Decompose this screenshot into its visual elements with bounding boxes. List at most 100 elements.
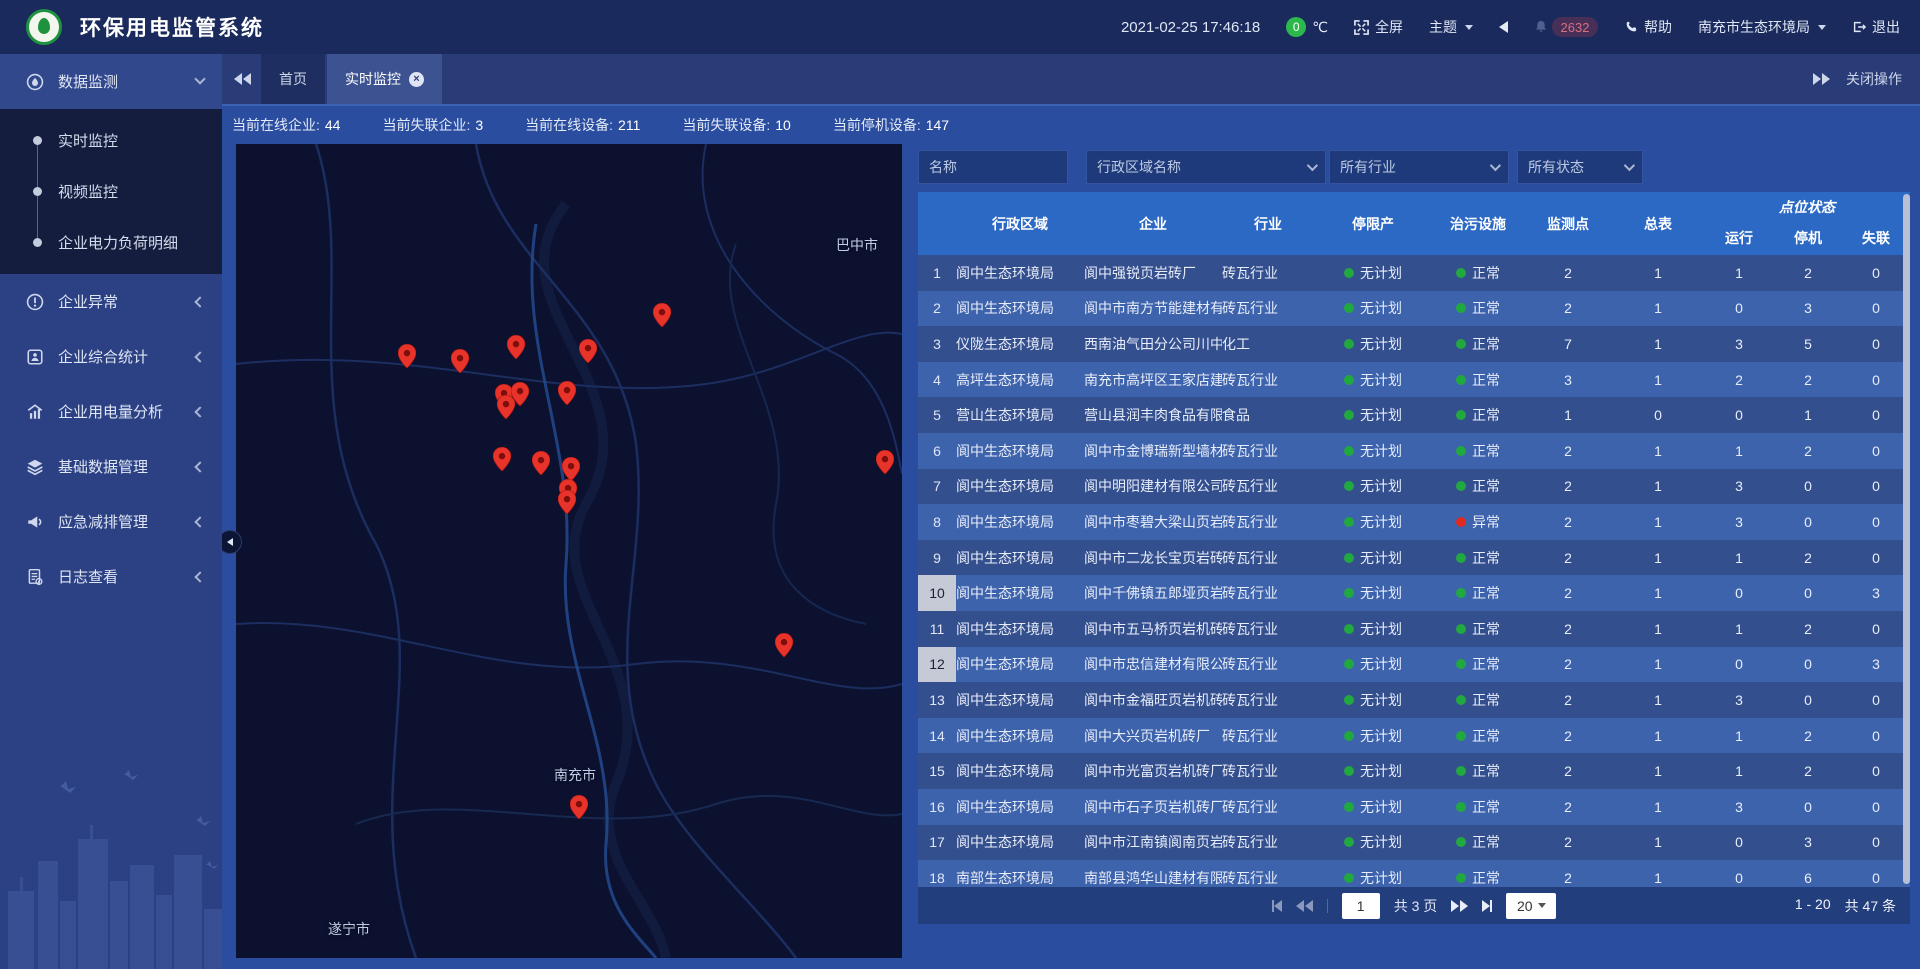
sidebar-item-企业异常[interactable]: 企业异常 xyxy=(0,274,222,329)
header-running: 运行 xyxy=(1704,221,1774,255)
theme-dropdown[interactable]: 主题 xyxy=(1429,17,1473,37)
cell-monitor-points: 2 xyxy=(1524,300,1612,316)
tabs-scroll-left-button[interactable] xyxy=(234,73,251,85)
cell-monitor-points: 2 xyxy=(1524,514,1612,530)
sidebar-item-企业综合统计[interactable]: 企业综合统计 xyxy=(0,329,222,384)
page-size-select[interactable]: 20 xyxy=(1506,893,1556,919)
table-row[interactable]: 15阆中生态环境局阆中市光富页岩机砖厂砖瓦行业无计划正常21120 xyxy=(918,753,1910,789)
map-pin-icon[interactable] xyxy=(579,339,597,363)
cell-stopped: 2 xyxy=(1774,550,1842,566)
org-dropdown[interactable]: 南充市生态环境局 xyxy=(1698,17,1826,37)
table-row[interactable]: 2阆中生态环境局阆中市南方节能建材有砖瓦行业无计划正常21030 xyxy=(918,291,1910,327)
cell-region: 阆中生态环境局 xyxy=(956,761,1084,781)
cell-industry: 砖瓦行业 xyxy=(1222,548,1314,568)
map-pin-icon[interactable] xyxy=(653,303,671,327)
cell-pollution-facility: 正常 xyxy=(1432,405,1524,425)
cell-index: 15 xyxy=(918,753,956,789)
tab-实时监控[interactable]: 实时监控× xyxy=(327,54,442,104)
cell-pollution-facility: 正常 xyxy=(1432,619,1524,639)
prev-page-button[interactable] xyxy=(1296,900,1313,912)
cell-stop-limit: 无计划 xyxy=(1314,761,1432,781)
name-filter-input[interactable] xyxy=(929,159,1057,175)
table-row[interactable]: 6阆中生态环境局阆中市金博瑞新型墙材砖瓦行业无计划正常21120 xyxy=(918,433,1910,469)
cell-stop-limit: 无计划 xyxy=(1314,797,1432,817)
table-row[interactable]: 8阆中生态环境局阆中市枣碧大梁山页岩砖瓦行业无计划异常21300 xyxy=(918,504,1910,540)
cell-monitor-points: 7 xyxy=(1524,336,1612,352)
status-dot-icon xyxy=(1344,766,1354,776)
status-dot-icon xyxy=(1456,410,1466,420)
map-pin-icon[interactable] xyxy=(876,450,894,474)
map-pin-icon[interactable] xyxy=(558,490,576,514)
sidebar-item-日志查看[interactable]: 日志查看 xyxy=(0,549,222,604)
cell-total-meter: 1 xyxy=(1612,621,1704,637)
first-page-button[interactable] xyxy=(1272,900,1282,912)
cell-company: 阆中强锐页岩砖厂 xyxy=(1084,263,1222,283)
status-dot-icon xyxy=(1344,802,1354,812)
cell-monitor-points: 2 xyxy=(1524,799,1612,815)
sidebar-subitem-企业电力负荷明细[interactable]: 企业电力负荷明细 xyxy=(0,217,222,268)
table-row[interactable]: 3仪陇生态环境局西南油气田分公司川中化工无计划正常71350 xyxy=(918,326,1910,362)
table-row[interactable]: 7阆中生态环境局阆中明阳建材有限公司砖瓦行业无计划正常21300 xyxy=(918,469,1910,505)
table-row[interactable]: 17阆中生态环境局阆中市江南镇阆南页岩砖瓦行业无计划正常21030 xyxy=(918,825,1910,861)
map-pin-icon[interactable] xyxy=(451,349,469,373)
close-icon[interactable]: × xyxy=(409,72,424,87)
cell-index: 11 xyxy=(918,611,956,647)
cell-lost: 0 xyxy=(1842,336,1910,352)
logout-button[interactable]: 退出 xyxy=(1852,17,1900,37)
table-row[interactable]: 9阆中生态环境局阆中市二龙长宝页岩砖砖瓦行业无计划正常21120 xyxy=(918,540,1910,576)
cell-pollution-facility: 正常 xyxy=(1432,441,1524,461)
help-button[interactable]: 帮助 xyxy=(1624,17,1672,37)
table-row[interactable]: 4高坪生态环境局南充市高坪区王家店建砖瓦行业无计划正常31220 xyxy=(918,362,1910,398)
region-filter-select[interactable]: 行政区域名称 xyxy=(1086,150,1326,184)
table-row[interactable]: 10阆中生态环境局阆中千佛镇五郎垭页岩砖瓦行业无计划正常21003 xyxy=(918,575,1910,611)
table-row[interactable]: 14阆中生态环境局阆中大兴页岩机砖厂砖瓦行业无计划正常21120 xyxy=(918,718,1910,754)
table-row[interactable]: 12阆中生态环境局阆中市忠信建材有限公砖瓦行业无计划正常21003 xyxy=(918,647,1910,683)
next-page-button[interactable] xyxy=(1451,900,1468,912)
header-lost: 失联 xyxy=(1842,221,1910,255)
page-number-input[interactable] xyxy=(1342,893,1380,919)
cell-company: 阆中市江南镇阆南页岩 xyxy=(1084,832,1222,852)
sidebar-item-应急减排管理[interactable]: 应急减排管理 xyxy=(0,494,222,549)
map-pin-icon[interactable] xyxy=(570,795,588,819)
map-pin-icon[interactable] xyxy=(558,381,576,405)
table-row[interactable]: 11阆中生态环境局阆中市五马桥页岩机砖砖瓦行业无计划正常21120 xyxy=(918,611,1910,647)
cell-index: 2 xyxy=(918,291,956,327)
tabs-scroll-right-button[interactable] xyxy=(1813,73,1830,85)
sidebar-item-企业用电量分析[interactable]: 企业用电量分析 xyxy=(0,384,222,439)
table-row[interactable]: 1阆中生态环境局阆中强锐页岩砖厂砖瓦行业无计划正常21120 xyxy=(918,255,1910,291)
pagination-bar: 共 3 页 20 1 - 20 共 47 条 xyxy=(918,887,1910,924)
map-pin-icon[interactable] xyxy=(562,457,580,481)
map[interactable]: 巴中市南充市遂宁市 xyxy=(236,144,902,958)
map-pin-icon[interactable] xyxy=(493,447,511,471)
status-dot-icon xyxy=(1456,731,1466,741)
table-row[interactable]: 13阆中生态环境局阆中市金福旺页岩机砖砖瓦行业无计划正常21300 xyxy=(918,682,1910,718)
sidebar-item-label: 基础数据管理 xyxy=(58,456,148,477)
exit-icon xyxy=(1852,20,1866,34)
sidebar-subitem-视频监控[interactable]: 视频监控 xyxy=(0,166,222,217)
table-row[interactable]: 18南部生态环境局南部县鸿华山建材有限砖瓦行业无计划正常21060 xyxy=(918,860,1910,887)
last-page-button[interactable] xyxy=(1482,900,1492,912)
industry-filter-select[interactable]: 所有行业 xyxy=(1329,150,1509,184)
close-operations-button[interactable]: 关闭操作 xyxy=(1846,69,1902,89)
mute-button[interactable] xyxy=(1499,21,1508,33)
notification-button[interactable]: 2632 xyxy=(1534,17,1598,37)
map-roads-decoration xyxy=(236,144,902,958)
status-filter-select[interactable]: 所有状态 xyxy=(1517,150,1643,184)
fullscreen-button[interactable]: 全屏 xyxy=(1354,17,1403,37)
cell-industry: 砖瓦行业 xyxy=(1222,441,1314,461)
table-scrollbar[interactable] xyxy=(1903,194,1910,884)
sidebar-item-数据监测[interactable]: 数据监测 xyxy=(0,54,222,109)
map-pin-icon[interactable] xyxy=(775,633,793,657)
total-pages-label: 共 3 页 xyxy=(1394,896,1438,916)
map-pin-icon[interactable] xyxy=(507,335,525,359)
tab-首页[interactable]: 首页 xyxy=(261,54,325,104)
app-logo-icon xyxy=(26,9,62,45)
cell-lost: 0 xyxy=(1842,834,1910,850)
sidebar-item-基础数据管理[interactable]: 基础数据管理 xyxy=(0,439,222,494)
map-pin-icon[interactable] xyxy=(497,395,515,419)
map-pin-icon[interactable] xyxy=(532,451,550,475)
table-row[interactable]: 5营山生态环境局营山县润丰肉食品有限食品无计划正常10010 xyxy=(918,397,1910,433)
sidebar-subitem-实时监控[interactable]: 实时监控 xyxy=(0,115,222,166)
table-row[interactable]: 16阆中生态环境局阆中市石子页岩机砖厂砖瓦行业无计划正常21300 xyxy=(918,789,1910,825)
map-pin-icon[interactable] xyxy=(398,344,416,368)
